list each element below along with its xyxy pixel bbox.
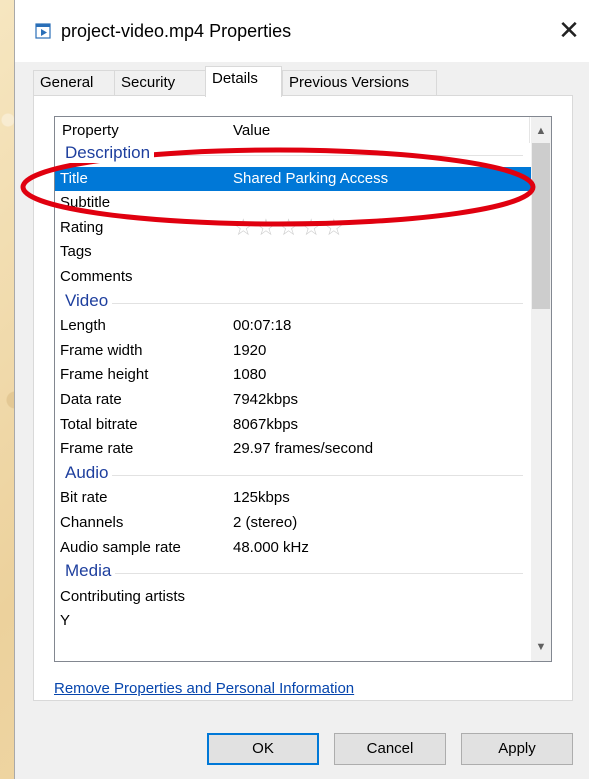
property-name: Subtitle <box>60 194 111 212</box>
property-value: 7942kbps <box>233 390 299 408</box>
property-row-frame-rate[interactable]: Frame rate 29.97 frames/second <box>55 437 531 462</box>
list-rows: Description Title Shared Parking Access … <box>55 142 531 634</box>
scroll-down-icon[interactable]: ▼ <box>531 637 551 657</box>
property-row-data-rate[interactable]: Data rate 7942kbps <box>55 388 531 413</box>
property-row-total-bitrate[interactable]: Total bitrate 8067kbps <box>55 413 531 438</box>
property-name: Frame rate <box>60 440 134 458</box>
column-header-value[interactable]: Value <box>233 122 270 139</box>
property-name: Data rate <box>60 390 122 408</box>
property-name: Comments <box>60 267 133 285</box>
property-value[interactable]: Shared Parking Access <box>233 170 388 187</box>
tab-security[interactable]: Security <box>114 70 207 96</box>
property-name: Channels <box>60 513 124 531</box>
apply-button[interactable]: Apply <box>461 733 573 765</box>
property-row-subtitle[interactable]: Subtitle <box>55 191 531 216</box>
property-value: 8067kbps <box>233 415 299 433</box>
property-row-tags[interactable]: Tags <box>55 240 531 265</box>
property-name: Audio sample rate <box>60 538 181 556</box>
property-value: 29.97 frames/second <box>233 440 374 458</box>
property-row-channels[interactable]: Channels 2 (stereo) <box>55 511 531 536</box>
property-row-length[interactable]: Length 00:07:18 <box>55 314 531 339</box>
property-row-frame-width[interactable]: Frame width 1920 <box>55 339 531 364</box>
close-icon: ✕ <box>558 15 580 45</box>
property-row-bit-rate[interactable]: Bit rate 125kbps <box>55 486 531 511</box>
property-value: 1080 <box>233 366 267 384</box>
property-name: Frame width <box>60 341 143 359</box>
property-value: 00:07:18 <box>233 317 292 335</box>
rating-stars[interactable]: ☆☆☆☆☆ <box>233 214 346 241</box>
property-row-rating[interactable]: Rating ☆☆☆☆☆ <box>55 214 531 241</box>
dialog-client-area: General Security Details Previous Versio… <box>15 62 589 779</box>
property-row-title[interactable]: Title Shared Parking Access <box>55 166 531 192</box>
property-name: Tags <box>60 243 92 261</box>
group-header-video: Video <box>55 290 531 315</box>
scroll-up-icon[interactable]: ▲ <box>531 121 551 141</box>
tab-details[interactable]: Details <box>205 66 282 97</box>
properties-list[interactable]: Property Value Description Title Shared … <box>54 116 552 662</box>
vertical-scrollbar[interactable]: ▲ ▼ <box>531 117 551 661</box>
property-value: 2 (stereo) <box>233 513 298 531</box>
group-header-media: Media <box>55 560 531 585</box>
property-name: Total bitrate <box>60 415 138 433</box>
remove-properties-link[interactable]: Remove Properties and Personal Informati… <box>54 680 354 697</box>
ok-button[interactable]: OK <box>207 733 319 765</box>
property-name: Bit rate <box>60 489 108 507</box>
tab-previous-versions[interactable]: Previous Versions <box>282 70 437 96</box>
property-name: Y <box>60 612 71 630</box>
scrollbar-thumb[interactable] <box>532 143 550 309</box>
property-name: Length <box>60 317 106 335</box>
details-panel: Property Value Description Title Shared … <box>33 95 573 701</box>
property-name: Contributing artists <box>60 587 186 605</box>
list-header: Property Value <box>55 117 531 143</box>
properties-dialog: project-video.mp4 Properties ✕ General S… <box>14 0 589 779</box>
property-row-audio-sample-rate[interactable]: Audio sample rate 48.000 kHz <box>55 536 531 561</box>
property-value: 125kbps <box>233 489 290 507</box>
group-header-description: Description <box>55 142 531 167</box>
title-bar: project-video.mp4 Properties ✕ <box>15 0 589 62</box>
property-row-contributing-artists[interactable]: Contributing artists <box>55 585 531 610</box>
property-name: Rating <box>60 218 104 236</box>
column-header-property[interactable]: Property <box>62 122 119 139</box>
column-divider <box>529 117 530 143</box>
group-header-audio: Audio <box>55 462 531 487</box>
property-name: Title <box>60 169 88 187</box>
property-value: 48.000 kHz <box>233 538 309 556</box>
video-file-icon <box>35 23 51 39</box>
cancel-button[interactable]: Cancel <box>334 733 446 765</box>
tab-strip: General Security Details Previous Versio… <box>33 66 573 97</box>
property-row-frame-height[interactable]: Frame height 1080 <box>55 363 531 388</box>
property-value: 1920 <box>233 341 267 359</box>
tab-general[interactable]: General <box>33 70 115 96</box>
property-row-partial[interactable]: Y <box>55 609 531 634</box>
window-title: project-video.mp4 Properties <box>61 21 292 41</box>
property-name: Frame height <box>60 366 149 384</box>
close-button[interactable]: ✕ <box>549 10 589 50</box>
property-row-comments[interactable]: Comments <box>55 265 531 290</box>
